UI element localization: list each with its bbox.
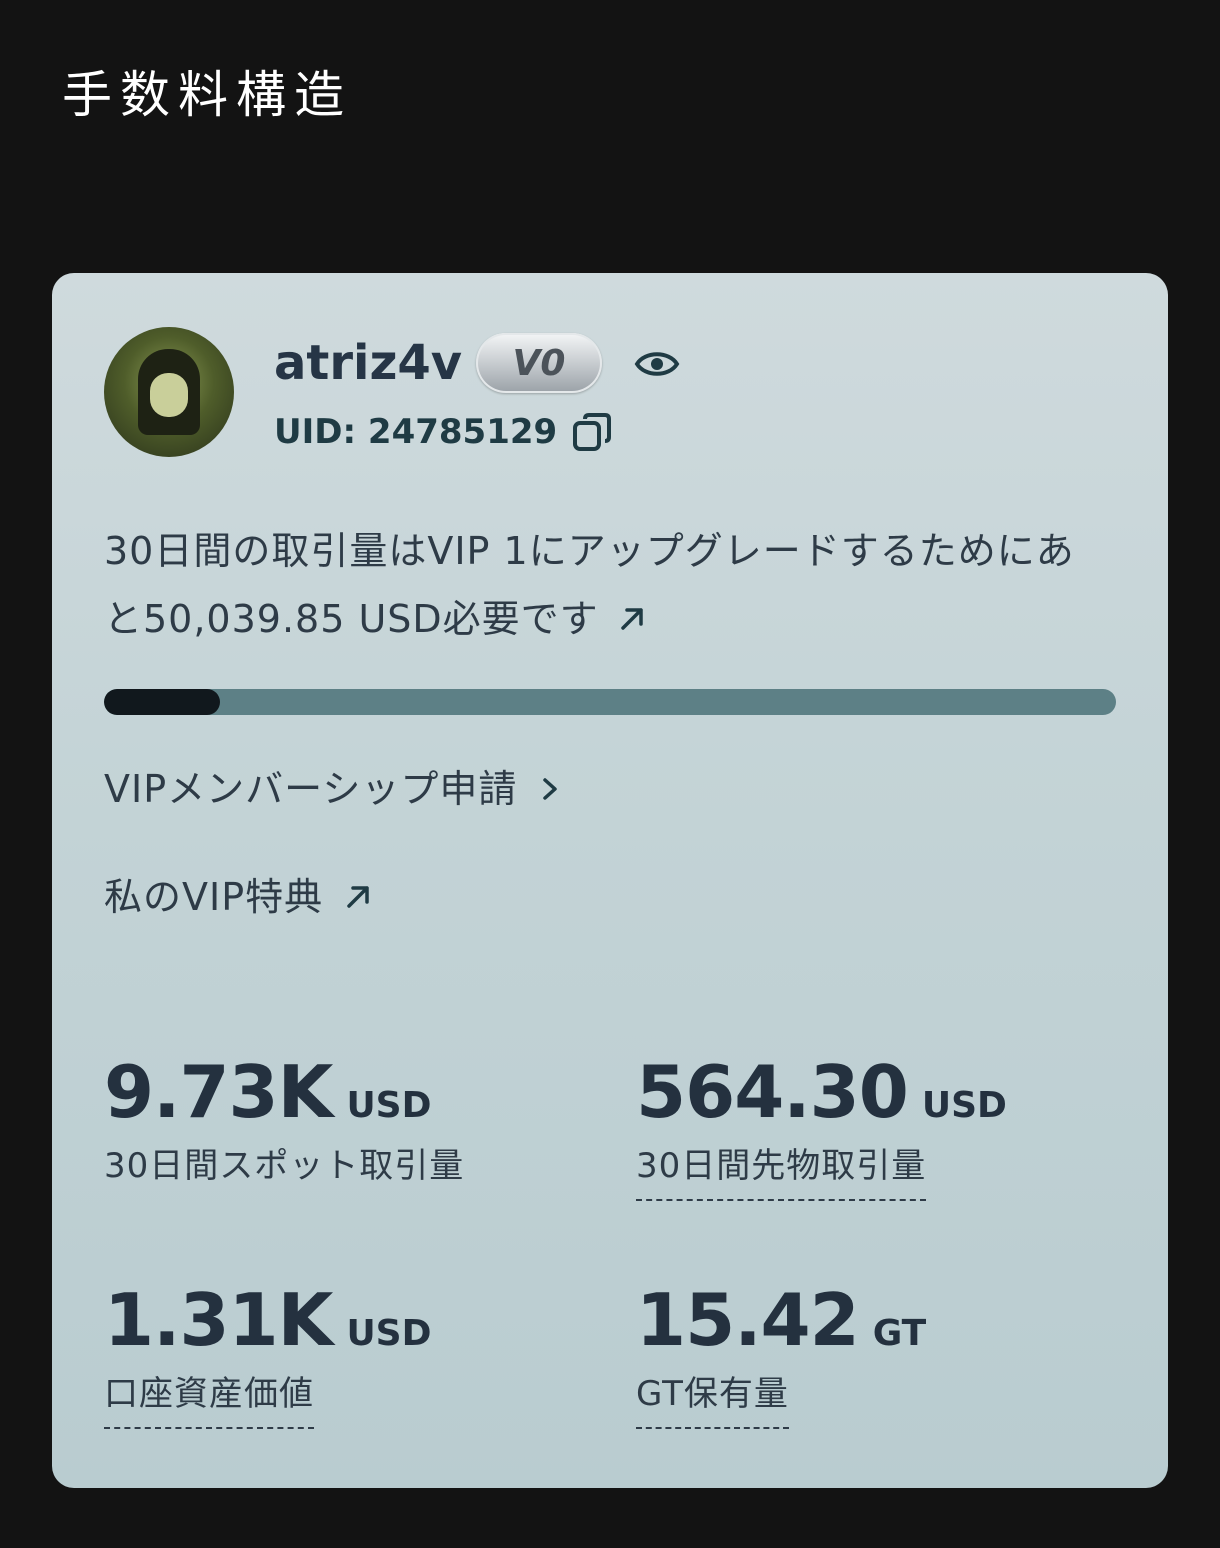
stat-value: 1.31K (104, 1278, 333, 1362)
upgrade-message-text: 30日間の取引量はVIP 1にアップグレードするためにあと50,039.85 U… (104, 529, 1075, 641)
stat-value: 15.42 (636, 1278, 860, 1362)
stat-unit: USD (346, 1085, 432, 1126)
page-title: 手数料構造 (62, 66, 352, 124)
arrow-up-right-icon (620, 608, 643, 630)
stat-label-tooltip[interactable]: GT保有量 (636, 1367, 789, 1429)
vip-status-card: atriz4v V0 UID: 24785129 30日間の取引量はVIP 1に… (52, 273, 1168, 1488)
vip-progress-fill (104, 689, 221, 715)
avatar-face (150, 373, 188, 417)
vip-level-badge[interactable]: V0 (476, 333, 602, 393)
eye-icon[interactable] (634, 341, 680, 387)
stat-unit: GT (872, 1313, 927, 1354)
stat-value: 9.73K (104, 1050, 333, 1134)
vip-progress-bar (104, 689, 1116, 715)
vip-membership-apply-label: VIPメンバーシップ申請 (104, 767, 518, 811)
arrow-up-right-icon (347, 886, 369, 908)
avatar[interactable] (104, 327, 234, 457)
stat-label: 30日間スポット取引量 (104, 1146, 465, 1186)
stat-gt-holdings: 15.42 GT GT保有量 (636, 1277, 926, 1429)
upgrade-message[interactable]: 30日間の取引量はVIP 1にアップグレードするためにあと50,039.85 U… (104, 517, 1104, 653)
stat-unit: USD (346, 1313, 432, 1354)
my-vip-benefits-label: 私のVIP特典 (104, 875, 324, 919)
copy-icon[interactable] (571, 411, 613, 453)
uid-row: UID: 24785129 (274, 405, 613, 459)
stat-spot-volume: 9.73K USD 30日間スポット取引量 (104, 1049, 464, 1199)
stat-futures-volume: 564.30 USD 30日間先物取引量 (636, 1049, 1007, 1201)
stat-value: 564.30 (636, 1050, 909, 1134)
uid-text: UID: 24785129 (274, 412, 558, 452)
stat-account-value: 1.31K USD 口座資産価値 (104, 1277, 431, 1429)
chevron-right-icon (543, 778, 558, 800)
vip-membership-apply-link[interactable]: VIPメンバーシップ申請 (104, 759, 565, 819)
stat-label-tooltip[interactable]: 30日間先物取引量 (636, 1139, 927, 1201)
stat-label-tooltip[interactable]: 口座資産価値 (104, 1367, 314, 1429)
my-vip-benefits-link[interactable]: 私のVIP特典 (104, 867, 375, 927)
username: atriz4v (274, 335, 463, 391)
stat-unit: USD (921, 1085, 1007, 1126)
